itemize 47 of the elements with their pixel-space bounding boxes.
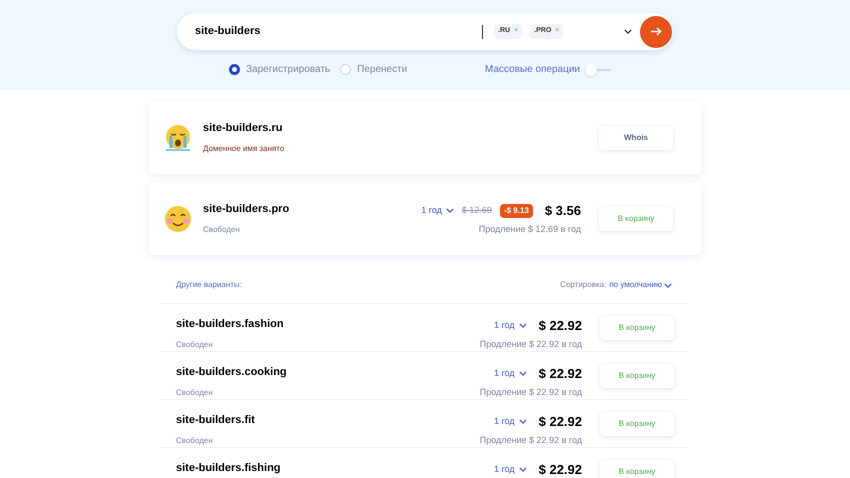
period-dropdown[interactable]: 1 год (494, 463, 527, 476)
sort-label: Сортировка: (560, 279, 606, 291)
domain-name: site-builders.fit (176, 413, 256, 428)
renewal-price: Продление $ 22.92 в год (480, 434, 582, 447)
price: $ 22.92 (538, 365, 582, 383)
price: $ 22.92 (538, 413, 582, 431)
price: $ 3.56 (544, 202, 581, 220)
radio-label: Зарегистрировать (246, 63, 330, 77)
period-dropdown[interactable]: 1 год (494, 319, 527, 332)
chevron-down-icon (446, 208, 454, 214)
price: $ 22.92 (538, 461, 582, 478)
discount-badge: -$ 9.13 (500, 204, 533, 218)
renewal-price: Продление $ 22.92 в год (480, 386, 582, 399)
period-dropdown[interactable]: 1 год (494, 367, 527, 380)
renewal-price: Продление $ 22.92 в год (480, 338, 582, 351)
domain-status: Свободен (176, 434, 214, 446)
radio-button[interactable] (229, 64, 240, 75)
domain-name: site-builders.fashion (176, 317, 285, 332)
smiling-face-icon (164, 204, 192, 232)
renewal-price: Продление $ 12.69 в год (478, 222, 581, 236)
old-price: $ 12.69 (462, 204, 492, 217)
bulk-operations-label: Массовые операции (484, 63, 580, 77)
search-button[interactable] (640, 16, 672, 48)
other-options-label: Другие варианты: (176, 279, 242, 291)
domain-status: Свободен (176, 338, 214, 350)
chevron-down-icon (518, 467, 527, 472)
period-dropdown[interactable]: 1 год (421, 204, 454, 218)
domain-status: Доменное имя занято (203, 142, 286, 155)
chevron-down-icon (518, 419, 527, 424)
domain-name: site-builders.pro (203, 202, 290, 218)
whois-button[interactable]: Whois (599, 126, 673, 150)
sort-dropdown[interactable]: по умолчанию (609, 279, 672, 291)
crying-face-icon (164, 124, 192, 152)
domain-status: Свободен (203, 224, 241, 236)
chevron-down-icon (624, 29, 632, 34)
radio-label: Перенести (357, 63, 408, 77)
domain-name: site-builders.ru (203, 121, 284, 136)
domain-status: Свободен (176, 386, 214, 398)
period-dropdown[interactable]: 1 год (494, 415, 527, 428)
chevron-down-icon (518, 323, 527, 328)
domain-name: site-builders.cooking (176, 365, 288, 380)
chevron-down-icon (664, 282, 672, 288)
arrow-right-icon (650, 27, 662, 36)
toggle-switch[interactable] (585, 64, 611, 76)
price: $ 22.92 (538, 317, 582, 335)
chevron-down-icon (518, 371, 527, 376)
domain-name: site-builders.fishing (176, 461, 282, 476)
